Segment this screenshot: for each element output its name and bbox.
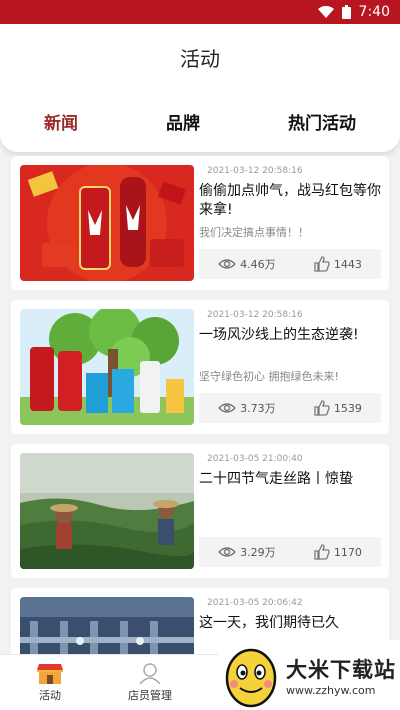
thumbs-up-icon [314, 544, 330, 560]
publish-time: 2021-03-12 20:58:16 [207, 166, 303, 176]
battery-icon [341, 5, 351, 19]
app-bar: 活动 [0, 24, 400, 90]
status-bar: 7:40 [0, 0, 400, 24]
watermark-url: www.zzhyw.com [286, 683, 376, 697]
news-card[interactable]: 2021-03-12 20:58:16 一场风沙线上的生态逆袭! 坚守绿色初心 … [11, 300, 389, 434]
news-stats: 3.73万 1539 [199, 393, 381, 423]
news-thumbnail [20, 597, 194, 654]
news-title: 这一天，我们期待已久 [199, 615, 339, 631]
news-card[interactable]: 2021-03-12 20:58:16 偷偷加点帅气，战马红包等你来拿! 我们决… [11, 156, 389, 290]
eye-icon [218, 547, 237, 557]
view-count: 3.29万 [218, 544, 276, 560]
news-title: 一场风沙线上的生态逆袭! [199, 327, 359, 343]
news-stats: 3.29万 1170 [199, 537, 381, 567]
page-title: 活动 [180, 46, 220, 71]
news-card[interactable]: 2021-03-05 21:00:40 二十四节气走丝路丨惊蛰 3.29万 11… [11, 444, 389, 578]
site-watermark: 大米下载站 www.zzhyw.com [218, 640, 400, 710]
staff-icon [139, 663, 161, 684]
publish-time: 2021-03-12 20:58:16 [207, 310, 303, 320]
publish-time: 2021-03-05 21:00:40 [207, 454, 303, 464]
news-feed[interactable]: 2021-03-12 20:58:16 偷偷加点帅气，战马红包等你来拿! 我们决… [0, 156, 400, 654]
nav-activities[interactable]: 活动 [0, 655, 100, 710]
news-subtitle: 坚守绿色初心 拥抱绿色未来! [199, 370, 339, 383]
eye-icon [218, 403, 237, 413]
news-thumbnail [20, 309, 194, 425]
rice-mascot-logo [225, 648, 277, 708]
category-tabs: 新闻 品牌 热门活动 [0, 90, 400, 152]
thumbs-up-icon [314, 256, 330, 272]
view-count: 3.73万 [218, 400, 276, 416]
watermark-name: 大米下载站 [286, 657, 396, 682]
tab-brand[interactable]: 品牌 [156, 103, 210, 140]
like-button[interactable]: 1443 [314, 256, 362, 272]
news-title: 偷偷加点帅气，战马红包等你来拿! [199, 183, 381, 218]
tab-news[interactable]: 新闻 [34, 103, 88, 140]
view-count: 4.46万 [218, 256, 276, 272]
news-thumbnail [20, 165, 194, 281]
eye-icon [218, 259, 237, 269]
news-title: 二十四节气走丝路丨惊蛰 [199, 471, 353, 487]
thumbs-up-icon [314, 400, 330, 416]
wifi-icon [317, 6, 334, 18]
news-stats: 4.46万 1443 [199, 249, 381, 279]
news-subtitle: 我们决定搞点事情！！ [199, 226, 309, 239]
nav-staff-management[interactable]: 店员管理 [100, 655, 200, 710]
like-button[interactable]: 1539 [314, 400, 362, 416]
publish-time: 2021-03-05 20:06:42 [207, 598, 303, 608]
shop-icon [37, 664, 63, 684]
clock: 7:40 [358, 4, 390, 20]
tab-hot-events[interactable]: 热门活动 [278, 103, 366, 140]
like-button[interactable]: 1170 [314, 544, 362, 560]
news-thumbnail [20, 453, 194, 569]
